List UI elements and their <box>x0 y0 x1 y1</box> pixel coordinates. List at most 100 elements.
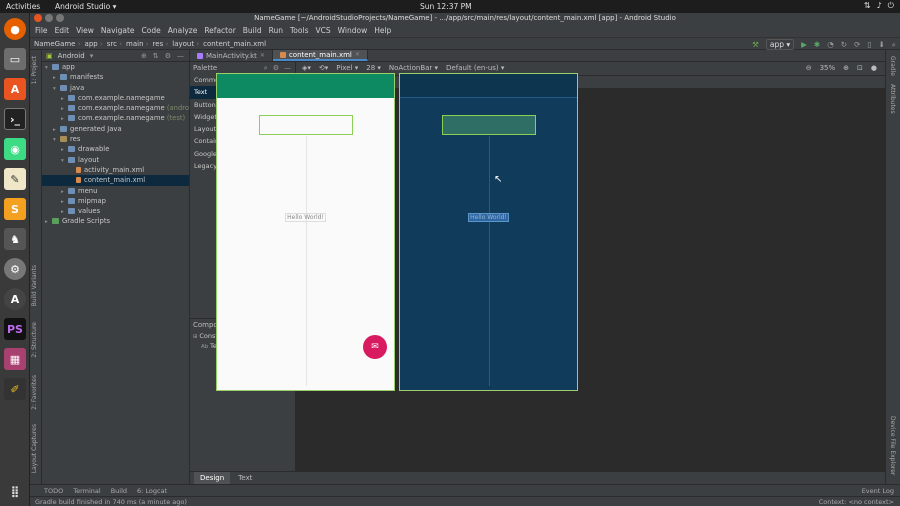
search-icon[interactable]: ⌕ <box>892 40 896 50</box>
avd-manager-icon[interactable]: ▯ <box>867 40 871 49</box>
collapsed-arrow-icon[interactable]: ▸ <box>61 114 68 123</box>
collapsed-arrow-icon[interactable]: ▸ <box>61 104 68 113</box>
zoom-fit-icon[interactable]: ⊡ <box>857 64 863 72</box>
editor-tab[interactable]: MainActivity.kt ✕ <box>190 50 273 61</box>
tree-item[interactable]: ▸ generated Java <box>42 124 189 134</box>
apply-changes-icon[interactable]: ↻ <box>841 40 847 49</box>
settings-icon[interactable]: ⚙ <box>4 258 26 280</box>
clock[interactable]: Sun 12:37 PM <box>420 2 472 11</box>
chevron-down-icon[interactable]: ▾ <box>90 52 94 60</box>
software-updater-icon[interactable]: A <box>4 288 26 310</box>
hello-world-text[interactable]: Hello World! <box>217 213 394 222</box>
tab-text[interactable]: Text <box>232 472 258 484</box>
locale-select[interactable]: Default (en-us) ▾ <box>446 64 504 72</box>
breadcrumb-item[interactable]: res <box>153 40 169 48</box>
tool-tab-device-file-explorer[interactable]: Device File Explorer <box>889 416 896 475</box>
collapsed-arrow-icon[interactable]: ▸ <box>61 94 68 103</box>
close-tab-icon[interactable]: ✕ <box>355 49 360 61</box>
plain-text-drop-target[interactable] <box>259 115 353 135</box>
sync-tree-icon[interactable]: ⊕ <box>141 52 147 60</box>
project-view-select[interactable]: Android <box>58 52 85 60</box>
tree-item[interactable]: content_main.xml <box>42 175 189 186</box>
debug-icon[interactable]: ✱ <box>814 40 820 49</box>
tool-tab-favorites[interactable]: 2: Favorites <box>31 375 38 410</box>
breadcrumb-item[interactable]: content_main.xml <box>203 40 266 48</box>
collapsed-arrow-icon[interactable]: ▸ <box>61 145 68 154</box>
collapsed-arrow-icon[interactable]: ▸ <box>53 73 60 82</box>
blueprint-preview[interactable]: Hello World! <box>399 73 578 391</box>
tool-tab-todo[interactable]: TODO <box>44 487 63 495</box>
breadcrumb-item[interactable]: main <box>126 40 149 48</box>
activities-button[interactable]: Activities <box>6 2 40 11</box>
theme-select[interactable]: NoActionBar ▾ <box>389 64 438 72</box>
zoom-in-icon[interactable]: ⊕ <box>843 64 849 72</box>
tool-tab-terminal[interactable]: Terminal <box>73 487 100 495</box>
search-icon[interactable]: ⌕ <box>264 64 268 73</box>
collapse-icon[interactable]: ⇅ <box>153 52 159 60</box>
media-icon[interactable]: ▦ <box>4 348 26 370</box>
menu-help[interactable]: Help <box>374 26 391 35</box>
hide-icon[interactable]: — <box>284 64 291 73</box>
tree-item[interactable]: ▸ values <box>42 206 189 216</box>
tree-item[interactable]: activity_main.xml <box>42 165 189 175</box>
expanded-arrow-icon[interactable]: ▾ <box>61 156 68 165</box>
app-menu[interactable]: Android Studio ▾ <box>55 2 116 11</box>
tab-design[interactable]: Design <box>194 472 231 484</box>
sync-icon[interactable]: ⟳ <box>854 40 860 49</box>
menu-edit[interactable]: Edit <box>55 26 70 35</box>
menu-analyze[interactable]: Analyze <box>168 26 198 35</box>
hide-icon[interactable]: — <box>177 52 184 60</box>
expanded-arrow-icon[interactable]: ▾ <box>45 63 52 72</box>
files-icon[interactable]: ▭ <box>4 48 26 70</box>
run-icon[interactable]: ▶ <box>801 40 807 49</box>
breadcrumb-item[interactable]: src <box>107 40 122 48</box>
collapsed-arrow-icon[interactable]: ▸ <box>45 217 52 226</box>
tool-tab-layout-captures[interactable]: Layout Captures <box>31 424 38 473</box>
tree-item[interactable]: ▸ manifests <box>42 72 189 82</box>
hello-world-text-blueprint[interactable]: Hello World! <box>400 213 577 222</box>
android-studio-icon[interactable]: ◉ <box>4 138 26 160</box>
hammer-icon[interactable]: ⚒ <box>752 40 759 49</box>
collapsed-arrow-icon[interactable]: ▸ <box>53 125 60 134</box>
software-center-icon[interactable]: A <box>4 78 26 100</box>
event-log-button[interactable]: Event Log <box>862 487 900 495</box>
tree-item[interactable]: ▾ layout <box>42 155 189 165</box>
fab-email-button[interactable]: ✉ <box>363 335 387 359</box>
expanded-arrow-icon[interactable]: ▾ <box>53 135 60 144</box>
device-select[interactable]: Pixel ▾ <box>336 64 358 72</box>
expanded-arrow-icon[interactable]: ▾ <box>53 84 60 93</box>
tree-item[interactable]: ▾ app <box>42 62 189 72</box>
collapsed-arrow-icon[interactable]: ▸ <box>61 187 68 196</box>
menu-view[interactable]: View <box>76 26 94 35</box>
show-apps-icon[interactable]: ⣿ <box>4 480 26 502</box>
menu-tools[interactable]: Tools <box>290 26 308 35</box>
tree-item[interactable]: ▾ java <box>42 83 189 93</box>
profile-icon[interactable]: ◔ <box>827 40 834 49</box>
collapsed-arrow-icon[interactable]: ▸ <box>61 207 68 216</box>
design-preview[interactable]: Hello World! ✉ <box>216 73 395 391</box>
inkscape-icon[interactable]: ♞ <box>4 228 26 250</box>
run-config-select[interactable]: app ▾ <box>765 39 795 50</box>
tool-tab-logcat[interactable]: 6: Logcat <box>137 487 167 495</box>
sublime-icon[interactable]: S <box>4 198 26 220</box>
zoom-out-icon[interactable]: ⊖ <box>806 64 812 72</box>
menu-navigate[interactable]: Navigate <box>101 26 135 35</box>
tree-item[interactable]: ▸ com.example.namegame (test) <box>42 113 189 123</box>
menu-code[interactable]: Code <box>142 26 161 35</box>
orientation-icon[interactable]: ⟲▾ <box>319 64 328 72</box>
tree-item[interactable]: ▸ Gradle Scripts <box>42 216 189 226</box>
api-level-select[interactable]: 28 ▾ <box>366 64 381 72</box>
tree-item[interactable]: ▸ menu <box>42 186 189 196</box>
tool-tab-gradle[interactable]: Gradle <box>889 56 896 76</box>
menu-vcs[interactable]: VCS <box>315 26 330 35</box>
tool-tab-project[interactable]: 1: Project <box>31 56 38 84</box>
terminal-icon[interactable]: ›_ <box>4 108 26 130</box>
breadcrumb-item[interactable]: layout <box>172 40 199 48</box>
tool-tab-structure[interactable]: 2: Structure <box>31 322 38 358</box>
firefox-icon[interactable]: ● <box>4 18 26 40</box>
plain-text-drop-target-blueprint[interactable] <box>442 115 536 135</box>
collapsed-arrow-icon[interactable]: ▸ <box>61 197 68 206</box>
tree-item[interactable]: ▸ drawable <box>42 144 189 154</box>
system-tray[interactable]: ⇅ ♪ ⏻ <box>864 1 894 11</box>
breadcrumb-item[interactable]: app <box>85 40 103 48</box>
